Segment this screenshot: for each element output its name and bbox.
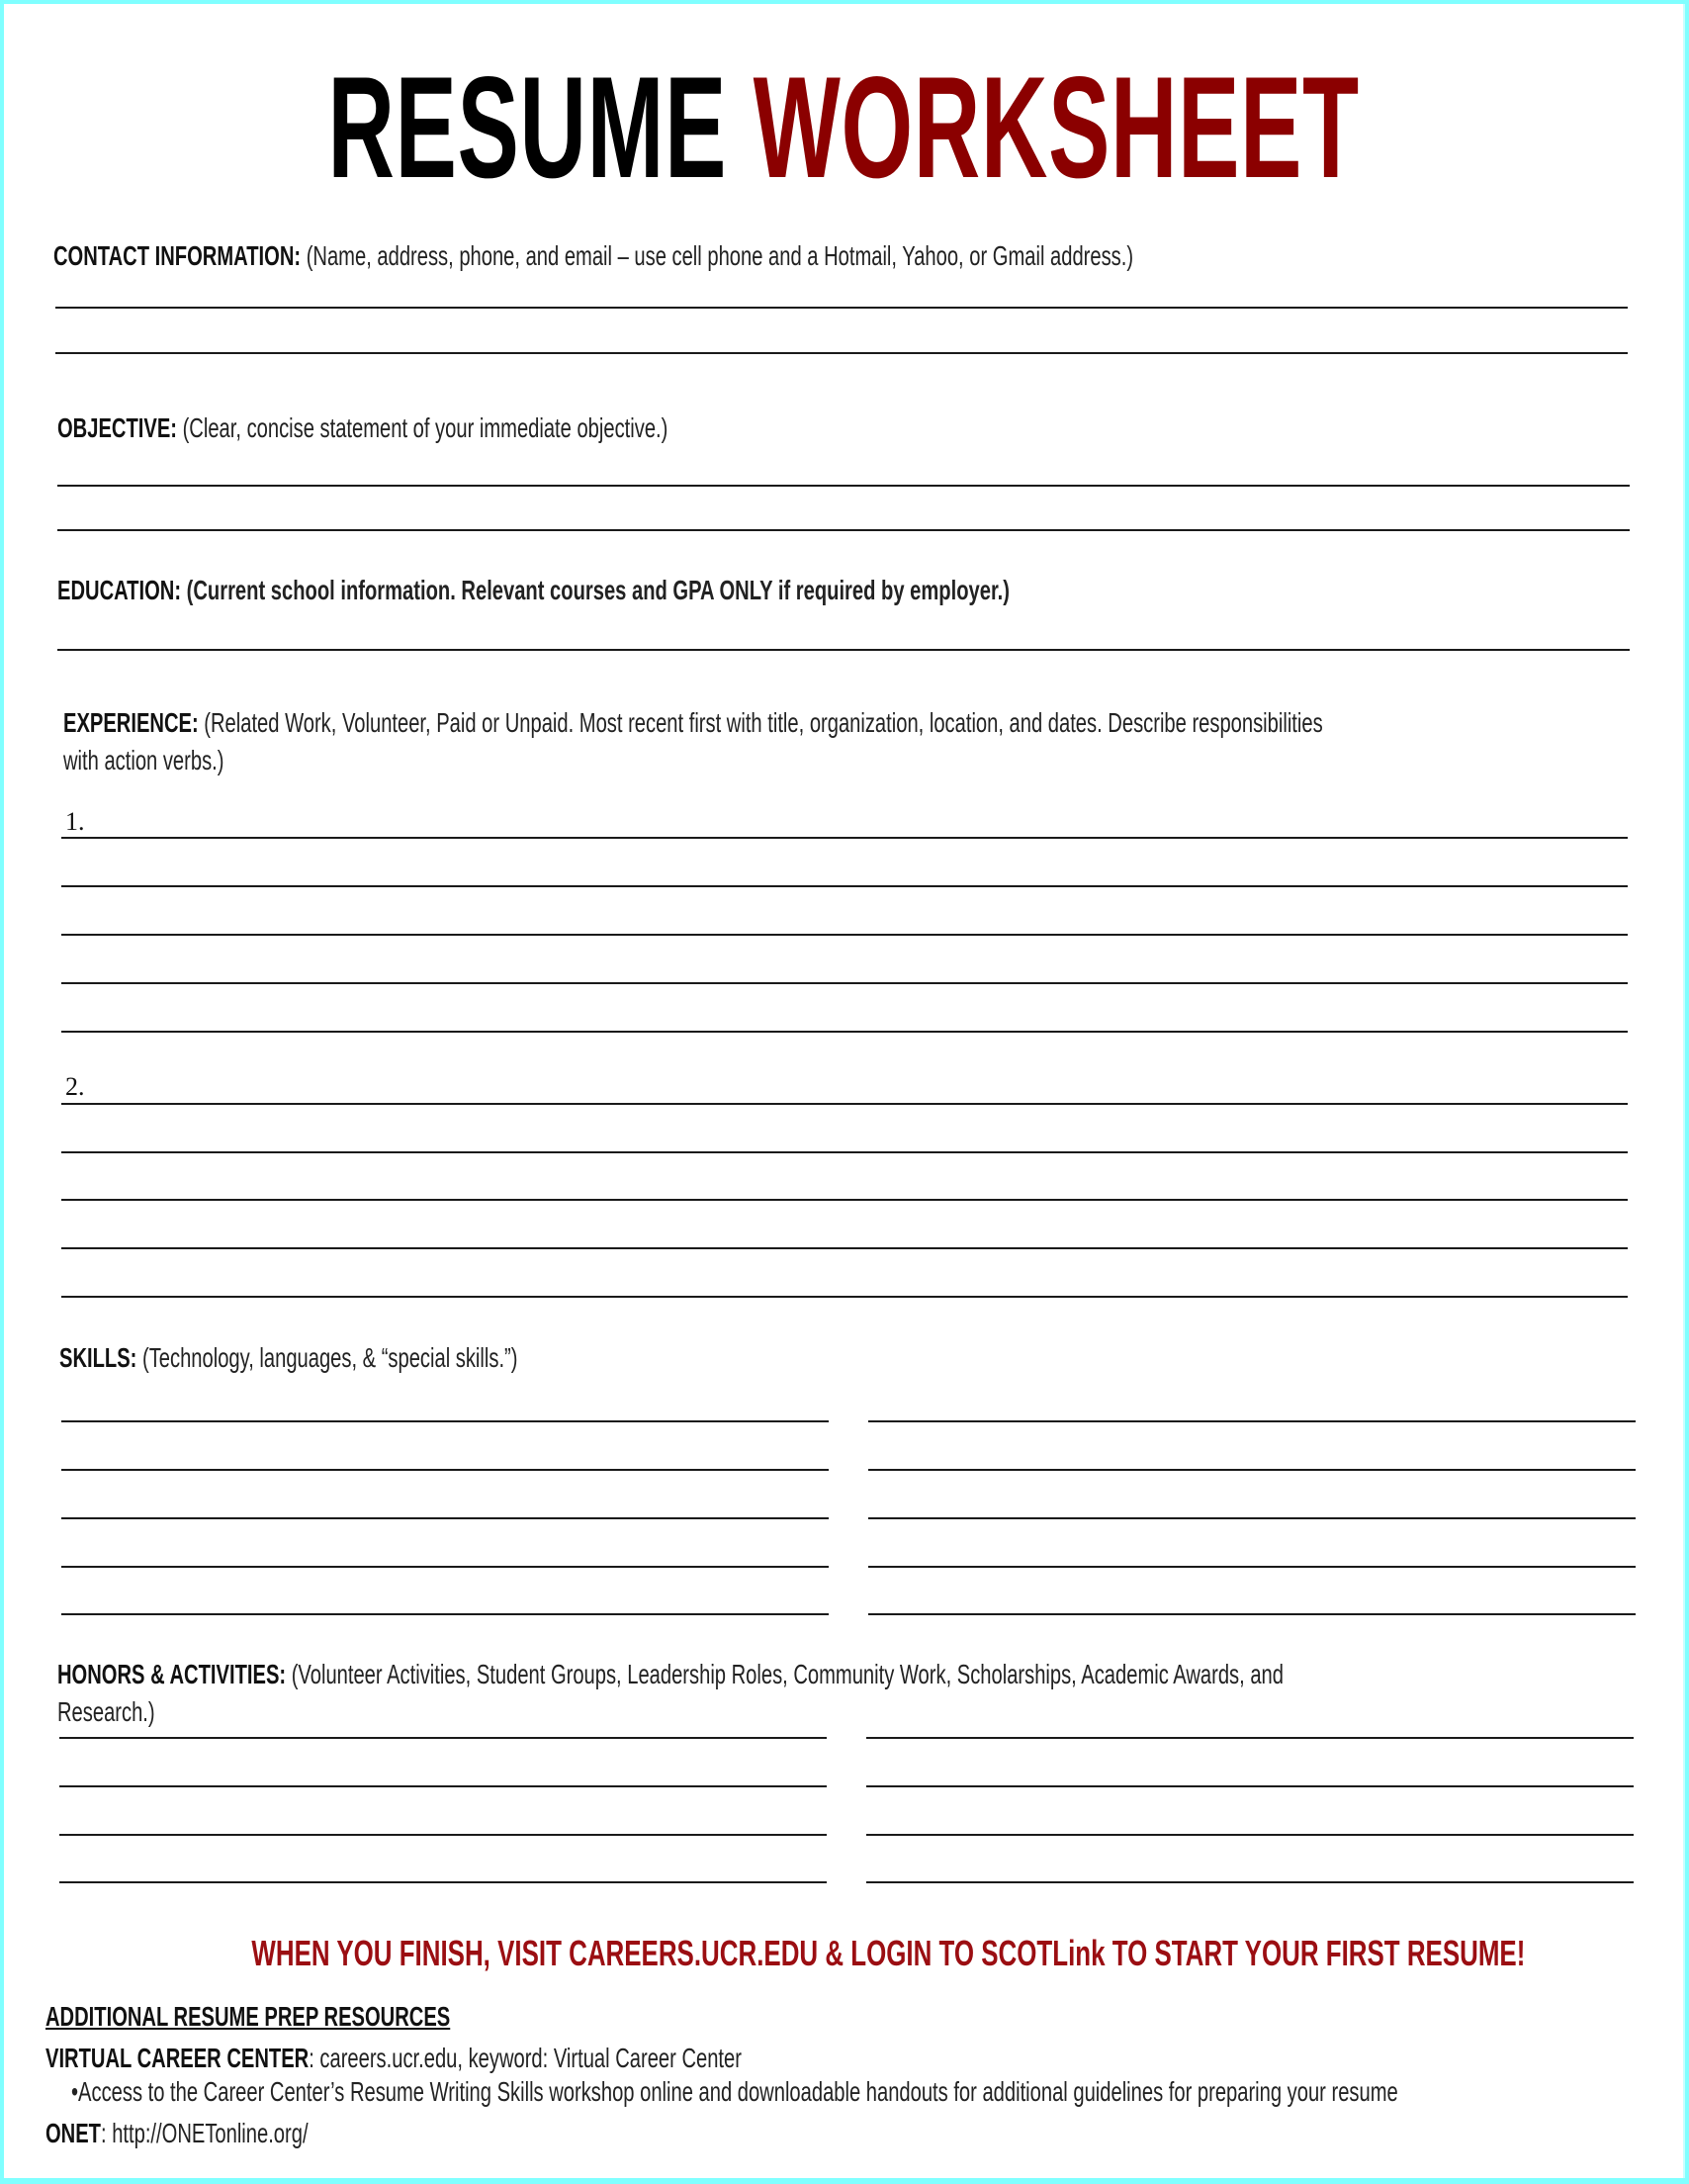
objective-line-2[interactable] xyxy=(57,529,1630,531)
virtual-career-center-label: VIRTUAL CAREER CENTER xyxy=(45,2043,310,2073)
honors-left-line-4[interactable] xyxy=(59,1881,827,1883)
objective-note: (Clear, concise statement of your immedi… xyxy=(182,412,668,443)
honors-note: (Volunteer Activities, Student Groups, L… xyxy=(291,1659,1284,1689)
skills-left-line-3[interactable] xyxy=(61,1517,829,1519)
honors-left-line-3[interactable] xyxy=(59,1834,827,1836)
honors-right-line-2[interactable] xyxy=(866,1785,1634,1787)
honors-left-line-1[interactable] xyxy=(59,1737,827,1739)
honors-right-line-4[interactable] xyxy=(866,1881,1634,1883)
objective-heading: OBJECTIVE: (Clear, concise statement of … xyxy=(57,410,667,447)
onet-label: ONET xyxy=(45,2118,102,2148)
experience-2-line-3[interactable] xyxy=(61,1199,1628,1201)
honors-left-line-2[interactable] xyxy=(59,1785,827,1787)
experience-entry-1-number: 1. xyxy=(65,807,85,836)
experience-1-line-2[interactable] xyxy=(61,885,1628,887)
experience-entry-2-number: 2. xyxy=(65,1072,85,1101)
contact-heading: CONTACT INFORMATION: (Name, address, pho… xyxy=(53,237,1133,275)
experience-2-line-2[interactable] xyxy=(61,1151,1628,1153)
skills-note: (Technology, languages, & “special skill… xyxy=(142,1342,518,1373)
education-heading: EDUCATION: (Current school information. … xyxy=(57,572,1010,609)
onet-resource: ONET: http://ONETonline.org/ xyxy=(45,2117,309,2150)
skills-left-line-2[interactable] xyxy=(61,1469,829,1471)
experience-heading: EXPERIENCE: (Related Work, Volunteer, Pa… xyxy=(63,704,1323,742)
experience-1-line-5[interactable] xyxy=(61,1031,1628,1033)
skills-left-line-4[interactable] xyxy=(61,1566,829,1568)
skills-right-line-1[interactable] xyxy=(868,1420,1636,1422)
call-to-action-text: WHEN YOU FINISH, VISIT CAREERS.UCR.EDU &… xyxy=(251,1933,1526,1973)
honors-heading: HONORS & ACTIVITIES: (Volunteer Activiti… xyxy=(57,1656,1284,1693)
skills-left-line-1[interactable] xyxy=(61,1420,829,1422)
contact-line-1[interactable] xyxy=(55,307,1628,309)
contact-line-2[interactable] xyxy=(55,352,1628,354)
objective-line-1[interactable] xyxy=(57,485,1630,487)
skills-label: SKILLS: xyxy=(59,1342,137,1373)
title-worksheet: WORKSHEET xyxy=(753,46,1360,208)
page-title: RESUME WORKSHEET xyxy=(4,55,1683,200)
skills-right-line-5[interactable] xyxy=(868,1613,1636,1615)
education-line-1[interactable] xyxy=(57,649,1630,651)
education-label: EDUCATION: xyxy=(57,575,182,605)
skills-right-line-4[interactable] xyxy=(868,1566,1636,1568)
honors-right-line-1[interactable] xyxy=(866,1737,1634,1739)
objective-label: OBJECTIVE: xyxy=(57,412,177,443)
onet-link[interactable]: : http://ONETonline.org/ xyxy=(101,2118,309,2148)
experience-2-line-1[interactable] xyxy=(61,1103,1628,1105)
resources-heading: ADDITIONAL RESUME PREP RESOURCES xyxy=(45,2001,451,2032)
contact-note: (Name, address, phone, and email – use c… xyxy=(306,240,1134,271)
experience-label: EXPERIENCE: xyxy=(63,707,199,738)
virtual-career-center: VIRTUAL CAREER CENTER: careers.ucr.edu, … xyxy=(45,2042,742,2075)
call-to-action: WHEN YOU FINISH, VISIT CAREERS.UCR.EDU &… xyxy=(4,1933,1683,1974)
contact-label: CONTACT INFORMATION: xyxy=(53,240,302,271)
experience-1-line-1[interactable] xyxy=(61,837,1628,839)
experience-2-line-5[interactable] xyxy=(61,1296,1628,1298)
worksheet-page: RESUME WORKSHEET CONTACT INFORMATION: (N… xyxy=(4,4,1685,2178)
virtual-career-center-link[interactable]: : careers.ucr.edu, keyword: Virtual Care… xyxy=(309,2043,742,2073)
experience-note: (Related Work, Volunteer, Paid or Unpaid… xyxy=(204,707,1323,738)
experience-1-line-4[interactable] xyxy=(61,982,1628,984)
experience-note-line-2: with action verbs.) xyxy=(63,745,224,775)
honors-right-line-3[interactable] xyxy=(866,1834,1634,1836)
skills-heading: SKILLS: (Technology, languages, & “speci… xyxy=(59,1339,517,1377)
experience-1-line-3[interactable] xyxy=(61,934,1628,936)
skills-left-line-5[interactable] xyxy=(61,1613,829,1615)
experience-2-line-4[interactable] xyxy=(61,1247,1628,1249)
skills-right-line-3[interactable] xyxy=(868,1517,1636,1519)
honors-label: HONORS & ACTIVITIES: xyxy=(57,1659,287,1689)
education-note: (Current school information. Relevant co… xyxy=(186,575,1011,605)
title-resume: RESUME xyxy=(327,46,727,208)
virtual-career-center-bullet: •Access to the Career Center’s Resume Wr… xyxy=(71,2076,1398,2107)
honors-note-line-2: Research.) xyxy=(57,1696,155,1727)
skills-right-line-2[interactable] xyxy=(868,1469,1636,1471)
